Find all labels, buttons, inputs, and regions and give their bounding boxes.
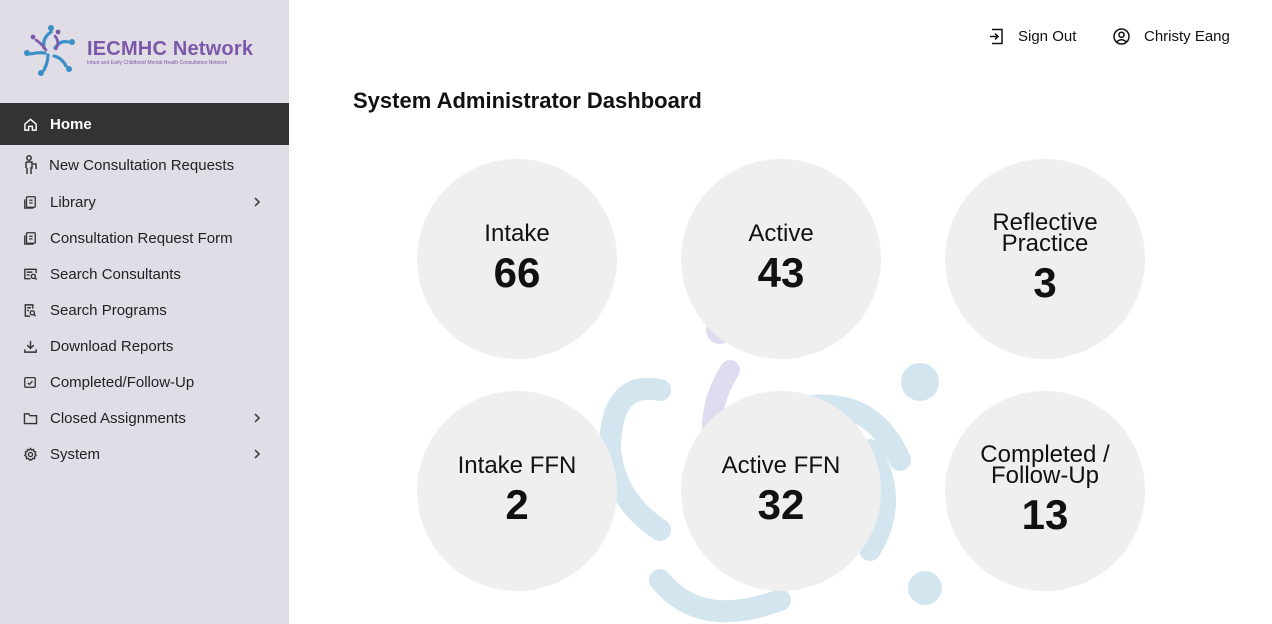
stat-value: 13 [1021,491,1069,538]
gear-icon [22,446,38,462]
stat-label: Active [748,219,814,247]
sidebar-item-download-reports[interactable]: Download Reports [0,328,289,364]
stat-active-ffn[interactable]: Active FFN 32 [681,391,881,591]
stat-intake[interactable]: Intake 66 [417,159,617,359]
sidebar-item-consultation-request-form[interactable]: Consultation Request Form [0,220,289,256]
sidebar-item-label: Home [50,115,92,133]
stat-label: Intake [484,219,550,247]
chevron-right-icon [254,197,261,207]
sidebar-item-label: Closed Assignments [50,409,186,427]
stat-reflective-practice[interactable]: Reflective Practice 3 [945,159,1145,359]
page-title: System Administrator Dashboard [353,88,702,113]
sign-out-icon [990,28,1003,44]
stat-completed-follow-up[interactable]: Completed / Follow-Up 13 [945,391,1145,591]
sidebar-item-home[interactable]: Home [0,103,289,145]
sidebar-item-library[interactable]: Library [0,184,289,220]
sidebar-item-new-consultation-requests[interactable]: New Consultation Requests [0,146,289,184]
sidebar-item-label: Search Programs [50,301,167,319]
sidebar-item-label: Consultation Request Form [50,229,233,247]
stat-label: Intake FFN [457,451,577,479]
sidebar-item-label: Completed/Follow-Up [50,373,195,391]
home-icon [22,116,38,132]
stat-label: Active FFN [721,451,841,479]
sidebar-item-label: Download Reports [50,337,174,355]
sidebar-nav: Home New Consultation Requests Library C… [0,103,289,472]
user-name: Christy Eang [1144,27,1230,45]
stat-value: 2 [505,480,529,528]
logo-subtitle: Infant and Early Childhood Mental Health… [87,60,228,66]
search-card-icon [22,266,38,282]
stat-value: 3 [1033,259,1057,306]
sidebar-item-system[interactable]: System [0,436,289,472]
sign-out-label: Sign Out [1018,27,1077,45]
download-icon [22,338,38,354]
sidebar-item-search-consultants[interactable]: Search Consultants [0,256,289,292]
folder-icon [22,410,38,426]
sidebar-item-closed-assignments[interactable]: Closed Assignments [0,400,289,436]
user-circle-icon [1113,27,1130,45]
search-doc-icon [22,302,38,318]
stat-value: 43 [757,248,805,296]
document-icon [22,230,38,246]
calendar-check-icon [22,374,38,390]
sidebar-item-label: Search Consultants [50,265,181,283]
logo-mark-icon [24,25,75,76]
sign-out-button[interactable]: Sign Out [989,24,1076,48]
stat-active[interactable]: Active 43 [681,159,881,359]
sidebar-item-completed-follow-up[interactable]: Completed/Follow-Up [0,364,289,400]
sidebar-item-label: New Consultation Requests [49,156,235,174]
sidebar-item-search-programs[interactable]: Search Programs [0,292,289,328]
stat-value: 66 [493,248,541,296]
chevron-right-icon [254,413,261,423]
logo-title: IECMHC Network [87,38,254,60]
sidebar-item-label: Library [50,193,96,211]
sidebar: IECMHC Network Infant and Early Childhoo… [0,0,289,624]
book-icon [22,194,38,210]
stat-label: Completed / Follow-Up [980,441,1110,489]
stat-label: Reflective Practice [992,209,1098,257]
person-icon [22,155,38,174]
sidebar-item-label: System [50,445,101,463]
stat-value: 32 [757,480,805,528]
user-menu-button[interactable]: Christy Eang [1113,24,1230,48]
chevron-right-icon [254,449,261,459]
stat-intake-ffn[interactable]: Intake FFN 2 [417,391,617,591]
logo[interactable]: IECMHC Network Infant and Early Childhoo… [22,22,272,80]
